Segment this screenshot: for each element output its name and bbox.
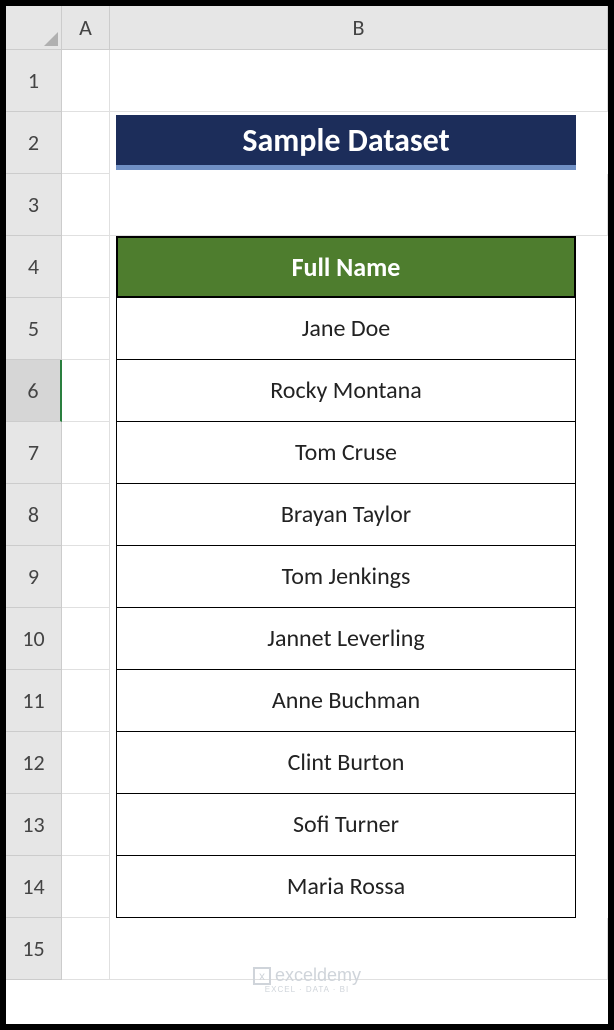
- row-header-8[interactable]: 8: [6, 484, 62, 546]
- row-header-7[interactable]: 7: [6, 422, 62, 484]
- table-row[interactable]: Anne Buchman: [116, 670, 576, 732]
- table-row[interactable]: Jane Doe: [116, 298, 576, 360]
- table-row[interactable]: Jannet Leverling: [116, 608, 576, 670]
- cell-a10[interactable]: [62, 608, 110, 670]
- table-row[interactable]: Brayan Taylor: [116, 484, 576, 546]
- cell-a5[interactable]: [62, 298, 110, 360]
- cell-a2[interactable]: [62, 112, 110, 174]
- row-header-6[interactable]: 6: [6, 360, 62, 422]
- cell-a15[interactable]: [62, 918, 110, 980]
- cell-a1[interactable]: [62, 50, 110, 112]
- column-header-b[interactable]: B: [110, 6, 608, 50]
- cell-a11[interactable]: [62, 670, 110, 732]
- cell-a12[interactable]: [62, 732, 110, 794]
- cell-a6[interactable]: [62, 360, 110, 422]
- cell-b3[interactable]: [110, 174, 608, 236]
- table-row[interactable]: Tom Jenkings: [116, 546, 576, 608]
- table-row[interactable]: Rocky Montana: [116, 360, 576, 422]
- table-header[interactable]: Full Name: [116, 236, 576, 298]
- table-row[interactable]: Tom Cruse: [116, 422, 576, 484]
- row-header-9[interactable]: 9: [6, 546, 62, 608]
- dataset-title[interactable]: Sample Dataset: [116, 115, 576, 170]
- row-header-11[interactable]: 11: [6, 670, 62, 732]
- cell-a4[interactable]: [62, 236, 110, 298]
- cell-b15[interactable]: [110, 918, 608, 980]
- cell-a8[interactable]: [62, 484, 110, 546]
- cell-a7[interactable]: [62, 422, 110, 484]
- cell-a14[interactable]: [62, 856, 110, 918]
- row-header-12[interactable]: 12: [6, 732, 62, 794]
- row-header-13[interactable]: 13: [6, 794, 62, 856]
- row-header-5[interactable]: 5: [6, 298, 62, 360]
- row-header-14[interactable]: 14: [6, 856, 62, 918]
- cell-a3[interactable]: [62, 174, 110, 236]
- row-header-1[interactable]: 1: [6, 50, 62, 112]
- row-header-4[interactable]: 4: [6, 236, 62, 298]
- table-row[interactable]: Maria Rossa: [116, 856, 576, 918]
- select-all-corner[interactable]: [6, 6, 62, 50]
- row-header-15[interactable]: 15: [6, 918, 62, 980]
- cell-a13[interactable]: [62, 794, 110, 856]
- row-header-2[interactable]: 2: [6, 112, 62, 174]
- watermark-tagline: EXCEL · DATA · BI: [265, 985, 349, 994]
- row-header-10[interactable]: 10: [6, 608, 62, 670]
- column-header-a[interactable]: A: [62, 6, 110, 50]
- spreadsheet-grid: A B 1 2 Sample Dataset 3 4 Full Name 5 J…: [6, 6, 608, 980]
- table-row[interactable]: Clint Burton: [116, 732, 576, 794]
- table-row[interactable]: Sofi Turner: [116, 794, 576, 856]
- cell-a9[interactable]: [62, 546, 110, 608]
- cell-b1[interactable]: [110, 50, 608, 112]
- row-header-3[interactable]: 3: [6, 174, 62, 236]
